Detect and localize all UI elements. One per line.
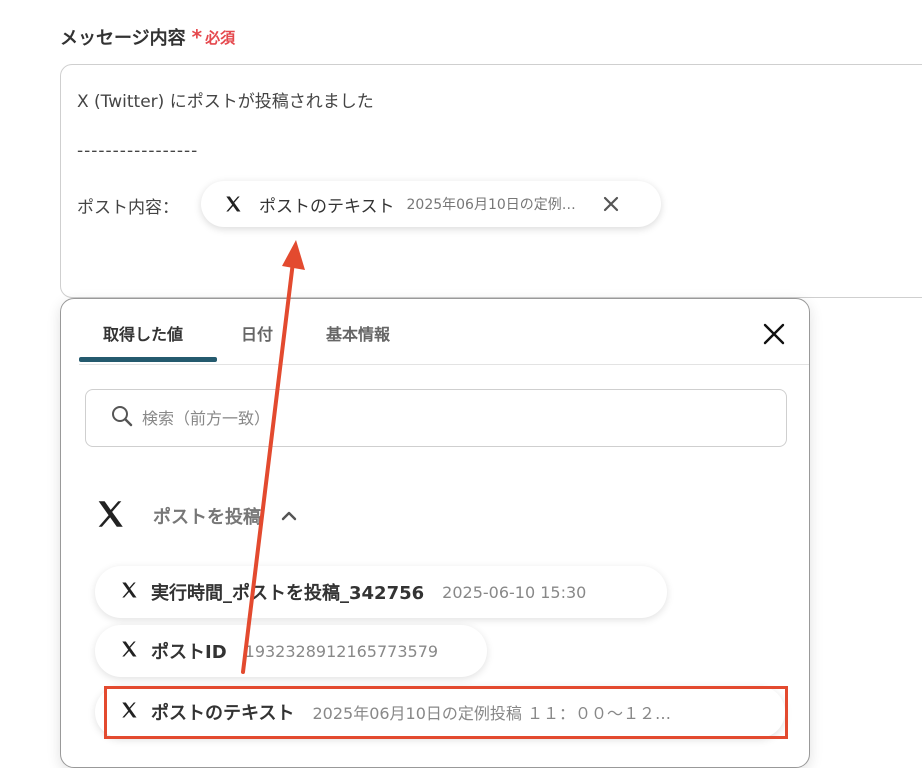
x-logo-icon (93, 497, 127, 535)
token-remove-icon[interactable] (601, 194, 621, 214)
x-logo-icon (119, 639, 139, 663)
item-value: 1932328912165773579 (244, 641, 439, 661)
required-text: 必須 (205, 28, 236, 47)
required-asterisk: * (191, 25, 203, 49)
message-line-3-label: ポスト内容： (77, 198, 179, 218)
list-item[interactable]: 実行時間_ポストを投稿_342756 2025-06-10 15:30 (95, 566, 667, 618)
item-name: 実行時間_ポストを投稿_342756 (151, 583, 425, 604)
field-label: メッセージ内容 * 必須 (60, 24, 235, 50)
active-tab-indicator (79, 357, 217, 362)
x-logo-icon (223, 194, 243, 214)
variable-token[interactable]: ポストのテキスト 2025年06月10日の定例投稿 １１：００〜１２… (201, 181, 661, 227)
chevron-up-icon[interactable] (279, 506, 299, 526)
token-value: 2025年06月10日の定例投稿 １１：００〜１２… (406, 197, 589, 213)
search-input[interactable] (142, 408, 742, 428)
item-value: 2025-06-10 15:30 (442, 582, 587, 602)
section-title: ポストを投稿 (153, 507, 261, 528)
message-line-2: ----------------- (77, 141, 199, 161)
item-value: 2025年06月10日の定例投稿 １１：００〜１２… (312, 704, 671, 723)
search-icon (110, 404, 134, 432)
section-header-post[interactable]: ポストを投稿 (93, 497, 299, 535)
message-textarea[interactable]: X (Twitter) にポストが投稿されました ---------------… (60, 64, 922, 298)
item-name: ポストID (151, 642, 227, 663)
x-logo-icon (119, 700, 139, 724)
message-line-1: X (Twitter) にポストが投稿されました (77, 92, 374, 112)
tab-basic-info[interactable]: 基本情報 (326, 321, 390, 345)
tab-retrieved-values[interactable]: 取得した値 (103, 321, 183, 345)
item-name: ポストのテキスト (151, 703, 295, 724)
field-label-text: メッセージ内容 (60, 28, 186, 49)
list-item[interactable]: ポストのテキスト 2025年06月10日の定例投稿 １１：００〜１２… (95, 686, 785, 738)
tab-bar: 取得した値 日付 基本情報 (79, 299, 809, 365)
search-box[interactable] (85, 389, 787, 447)
token-name: ポストのテキスト (259, 196, 395, 217)
tab-date[interactable]: 日付 (241, 321, 273, 345)
close-icon[interactable] (761, 321, 787, 351)
x-logo-icon (119, 580, 139, 604)
list-item[interactable]: ポストID 1932328912165773579 (95, 625, 487, 677)
